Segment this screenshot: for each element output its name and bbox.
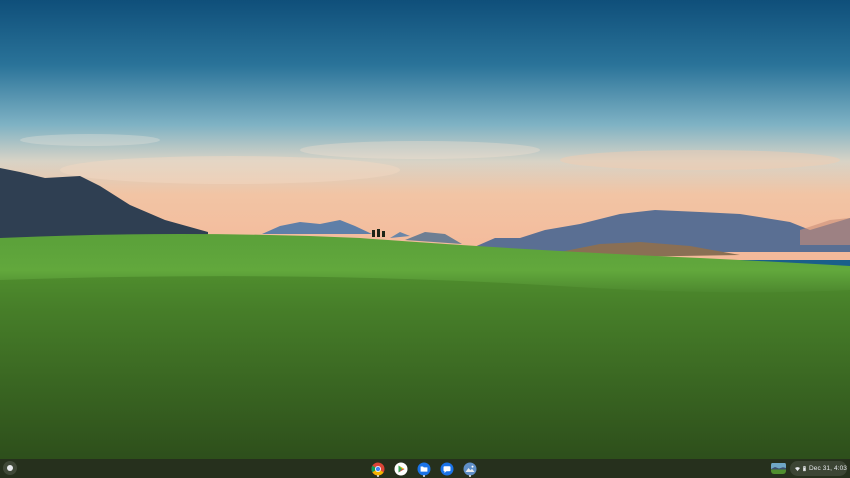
pinned-apps <box>370 460 478 477</box>
wifi-icon <box>795 466 801 471</box>
gallery-app[interactable] <box>462 460 478 477</box>
gallery-icon <box>463 462 477 476</box>
files-icon <box>417 462 431 476</box>
play-store-icon <box>394 462 408 476</box>
status-tray[interactable]: Dec 31, 4:03 <box>790 461 847 476</box>
chrome-app[interactable] <box>370 460 386 477</box>
running-indicator <box>469 475 471 477</box>
landscape-thumbnail-icon <box>771 463 786 474</box>
battery-icon <box>803 465 806 472</box>
wallpaper-image <box>0 0 850 478</box>
launcher-circle-icon <box>7 465 13 471</box>
chrome-icon <box>371 462 385 476</box>
files-app[interactable] <box>416 460 432 477</box>
holding-space-thumbnail[interactable] <box>771 462 786 474</box>
shelf: Dec 31, 4:03 <box>0 459 850 478</box>
play-store-app[interactable] <box>393 460 409 477</box>
running-indicator <box>377 475 379 477</box>
messages-icon <box>440 462 454 476</box>
desktop: Dec 31, 4:03 <box>0 0 850 478</box>
running-indicator <box>423 475 425 477</box>
messages-app[interactable] <box>439 460 455 477</box>
launcher-button[interactable] <box>3 461 17 475</box>
clock-datetime: Dec 31, 4:03 <box>808 465 847 472</box>
